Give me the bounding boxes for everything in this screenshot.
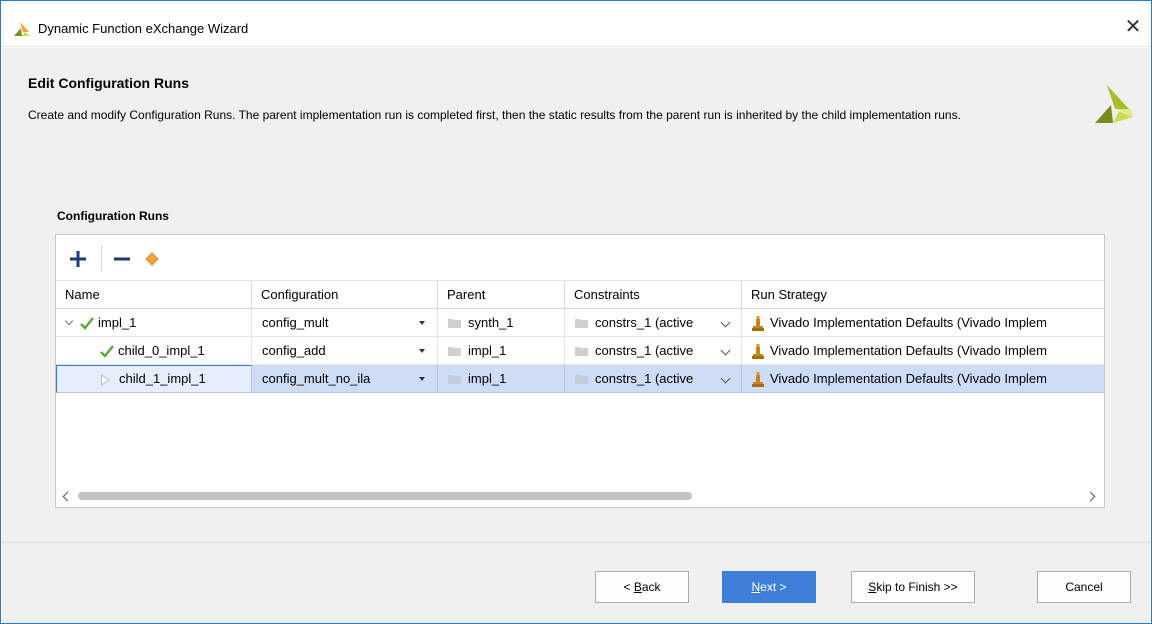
run-strategy-cell[interactable]: Vivado Implementation Defaults (Vivado I…	[742, 309, 1104, 337]
folder-icon	[448, 319, 461, 328]
strategy-pawn-icon	[752, 316, 764, 331]
minus-icon[interactable]	[110, 247, 134, 271]
scroll-right-icon[interactable]	[1085, 491, 1096, 502]
vivado-app-icon	[14, 22, 30, 36]
title-bar: Dynamic Function eXchange Wizard ✕	[1, 1, 1151, 47]
table-row[interactable]: child_0_impl_1 config_add impl_1 constrs…	[56, 337, 1104, 365]
horizontal-scrollbar[interactable]	[56, 487, 1104, 507]
dropdown-arrow-icon	[419, 349, 425, 353]
folder-icon	[575, 347, 588, 356]
close-icon[interactable]: ✕	[1119, 13, 1147, 41]
constraints-dropdown[interactable]: constrs_1 (active	[565, 309, 742, 337]
name-cell[interactable]: child_0_impl_1	[56, 337, 252, 365]
constraints-dropdown[interactable]: constrs_1 (active	[565, 337, 742, 365]
column-header-run-strategy[interactable]: Run Strategy	[742, 281, 1104, 309]
run-strategy-cell[interactable]: Vivado Implementation Defaults (Vivado I…	[742, 337, 1104, 365]
toolbar-divider	[101, 245, 102, 271]
run-strategy-cell[interactable]: Vivado Implementation Defaults (Vivado I…	[742, 365, 1104, 393]
configuration-runs-panel: Name Configuration Parent Constraints Ru…	[55, 234, 1105, 508]
column-header-configuration[interactable]: Configuration	[252, 281, 438, 309]
parent-cell: impl_1	[438, 337, 565, 365]
next-button[interactable]: Next >	[722, 571, 816, 603]
chevron-down-icon	[720, 317, 731, 328]
folder-icon	[575, 319, 588, 328]
scrollbar-thumb[interactable]	[78, 492, 692, 500]
strategy-pawn-icon	[752, 372, 764, 387]
chevron-down-icon	[720, 345, 731, 356]
folder-icon	[448, 375, 461, 384]
dropdown-arrow-icon	[419, 321, 425, 325]
parent-cell: impl_1	[438, 365, 565, 393]
constraints-value: constrs_1 (active	[595, 371, 694, 386]
run-name: child_0_impl_1	[118, 343, 205, 358]
constraints-value: constrs_1 (active	[595, 315, 694, 330]
xilinx-logo	[1095, 85, 1133, 123]
run-strategy-value: Vivado Implementation Defaults (Vivado I…	[770, 315, 1047, 330]
footer-panel	[2, 543, 1150, 623]
run-strategy-value: Vivado Implementation Defaults (Vivado I…	[770, 343, 1047, 358]
configuration-dropdown[interactable]: config_mult_no_ila	[252, 365, 438, 393]
page-description: Create and modify Configuration Runs. Th…	[28, 108, 961, 122]
back-button-label: ack	[641, 580, 661, 594]
parent-value: synth_1	[468, 315, 514, 330]
diamond-icon[interactable]	[140, 247, 164, 271]
strategy-pawn-icon	[752, 344, 764, 359]
skip-to-finish-button[interactable]: Skip to Finish >>	[851, 571, 975, 603]
run-name: impl_1	[98, 315, 137, 330]
cancel-button[interactable]: Cancel	[1037, 571, 1131, 603]
column-header-constraints[interactable]: Constraints	[565, 281, 742, 309]
column-header-name[interactable]: Name	[56, 281, 252, 309]
play-icon-inner	[102, 376, 108, 384]
dropdown-arrow-icon	[419, 377, 425, 381]
configuration-value: config_add	[262, 343, 326, 358]
next-button-mnemonic: N	[751, 580, 761, 594]
configuration-dropdown[interactable]: config_mult	[252, 309, 438, 337]
constraints-dropdown[interactable]: constrs_1 (active	[565, 365, 742, 393]
configuration-value: config_mult	[262, 315, 329, 330]
chevron-down-icon[interactable]	[64, 316, 74, 326]
skip-button-label: kip to Finish >>	[876, 580, 958, 594]
checkmark-icon	[100, 345, 114, 358]
table-row[interactable]: impl_1 config_mult synth_1 constrs_1 (ac…	[56, 309, 1104, 337]
name-cell[interactable]: child_1_impl_1	[56, 365, 252, 393]
table-header: Name Configuration Parent Constraints Ru…	[56, 281, 1104, 309]
back-button-mnemonic: B	[633, 580, 642, 594]
run-strategy-value: Vivado Implementation Defaults (Vivado I…	[770, 371, 1047, 386]
back-button-prefix: <	[623, 580, 634, 594]
parent-cell: synth_1	[438, 309, 565, 337]
run-name: child_1_impl_1	[119, 371, 206, 386]
parent-value: impl_1	[468, 371, 507, 386]
scroll-left-icon[interactable]	[62, 491, 73, 502]
checkmark-icon	[80, 317, 94, 330]
window-title: Dynamic Function eXchange Wizard	[38, 21, 249, 36]
configuration-value: config_mult_no_ila	[262, 371, 371, 386]
chevron-down-icon	[720, 373, 731, 384]
folder-icon	[448, 347, 461, 356]
name-cell[interactable]: impl_1	[56, 309, 252, 337]
wizard-window: Dynamic Function eXchange Wizard ✕ Edit …	[0, 0, 1152, 624]
plus-icon[interactable]	[66, 247, 90, 271]
page-title: Edit Configuration Runs	[28, 75, 189, 91]
table-toolbar	[56, 235, 1104, 281]
column-header-parent[interactable]: Parent	[438, 281, 565, 309]
table-row-selected[interactable]: child_1_impl_1 config_mult_no_ila impl_1	[56, 365, 1104, 393]
next-button-label: ext >	[760, 580, 787, 594]
configuration-dropdown[interactable]: config_add	[252, 337, 438, 365]
section-label: Configuration Runs	[57, 209, 169, 223]
back-button[interactable]: < Back	[595, 571, 689, 603]
constraints-value: constrs_1 (active	[595, 343, 694, 358]
folder-icon	[575, 375, 588, 384]
parent-value: impl_1	[468, 343, 507, 358]
